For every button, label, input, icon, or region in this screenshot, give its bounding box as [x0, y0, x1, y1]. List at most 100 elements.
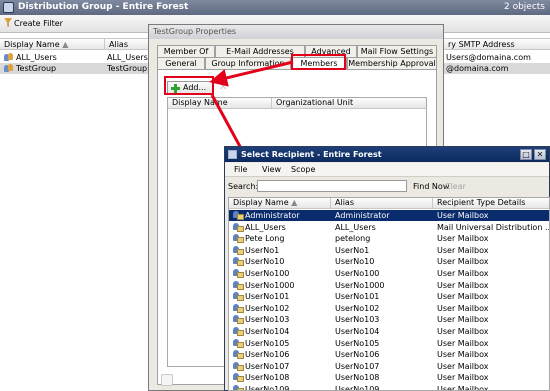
- mailbox-user-icon: [233, 338, 244, 348]
- recipient-type-cell: User Mailbox: [437, 280, 489, 290]
- recipient-row[interactable]: UserNo109 UserNo109 User Mailbox: [229, 384, 549, 391]
- select-recipient-dialog: Select Recipient - Entire Forest □ ✕ Fil…: [224, 146, 550, 391]
- tab-member-of[interactable]: Member Of: [157, 45, 215, 57]
- mailbox-user-icon: [233, 234, 244, 244]
- mailbox-user-icon: [233, 315, 244, 325]
- recipient-alias-cell: UserNo103: [335, 315, 380, 325]
- close-icon[interactable]: ✕: [534, 149, 546, 160]
- recipient-type-cell: User Mailbox: [437, 361, 489, 371]
- recipient-name-cell: Pete Long: [233, 233, 331, 244]
- recipient-row[interactable]: UserNo107 UserNo107 User Mailbox: [229, 361, 549, 372]
- menu-scope[interactable]: Scope: [291, 165, 315, 175]
- recipient-row[interactable]: UserNo102 UserNo102 User Mailbox: [229, 303, 549, 314]
- tab-general[interactable]: General: [157, 57, 205, 69]
- tab-group-information[interactable]: Group Information: [205, 57, 291, 69]
- mailbox-user-icon: [233, 385, 244, 390]
- recipient-type-cell: User Mailbox: [437, 211, 489, 220]
- recipient-type-cell: User Mailbox: [437, 234, 489, 244]
- members-tab-highlight: [291, 54, 346, 70]
- column-member-display-name[interactable]: Display Name: [168, 98, 272, 108]
- recipient-alias-cell: Administrator: [335, 211, 390, 220]
- recipient-alias-cell: UserNo108: [335, 373, 380, 383]
- recipient-row[interactable]: UserNo100 UserNo100 User Mailbox: [229, 268, 549, 279]
- column-recipient-display-name[interactable]: Display Name ▲: [229, 198, 331, 208]
- recipient-row[interactable]: UserNo1 UserNo1 User Mailbox: [229, 245, 549, 256]
- remove-icon[interactable]: ✕: [219, 83, 229, 93]
- recipient-name-cell: UserNo100: [233, 268, 331, 279]
- recipient-row[interactable]: UserNo101 UserNo101 User Mailbox: [229, 291, 549, 302]
- recipient-alias-cell: UserNo1: [335, 245, 370, 255]
- recipient-name-cell: UserNo108: [233, 372, 331, 383]
- column-recipient-type[interactable]: Recipient Type Details: [433, 198, 549, 208]
- create-filter-button[interactable]: Create Filter: [4, 18, 63, 30]
- recipient-type-cell: User Mailbox: [437, 269, 489, 278]
- mailbox-user-icon: [233, 361, 244, 371]
- clear-button[interactable]: Clear: [445, 182, 466, 191]
- recipient-name-cell: UserNo103: [233, 314, 331, 325]
- column-alias[interactable]: Alias: [105, 39, 150, 50]
- recipient-alias-cell: UserNo106: [335, 350, 380, 360]
- recipient-type-cell: User Mailbox: [437, 385, 489, 391]
- mailbox-user-icon: [233, 350, 244, 360]
- menu-file[interactable]: File: [234, 165, 247, 175]
- recipient-alias-cell: UserNo100: [335, 269, 380, 278]
- select-recipient-menu: File View Scope: [225, 163, 549, 177]
- tab-membership-approval[interactable]: Membership Approval: [347, 57, 437, 69]
- filter-icon: [4, 18, 12, 27]
- recipient-row[interactable]: Pete Long petelong User Mailbox: [229, 233, 549, 244]
- recipient-name-cell: UserNo101: [233, 291, 331, 302]
- recipient-row[interactable]: UserNo105 UserNo105 User Mailbox: [229, 338, 549, 349]
- recipient-name-cell: Administrator: [233, 210, 331, 221]
- recipient-type-cell: Mail Universal Distribution ...: [437, 222, 549, 232]
- search-input[interactable]: [257, 180, 407, 192]
- recipient-type-cell: User Mailbox: [437, 315, 489, 325]
- search-label: Search:: [228, 182, 259, 191]
- recipient-grid-header: Display Name ▲ Alias Recipient Type Deta…: [229, 198, 549, 209]
- recipient-row-selected[interactable]: Administrator Administrator User Mailbox: [229, 210, 549, 221]
- select-recipient-title: Select Recipient - Entire Forest: [241, 150, 382, 159]
- recipient-row[interactable]: UserNo108 UserNo108 User Mailbox: [229, 372, 549, 383]
- mailbox-user-icon: [233, 222, 244, 232]
- recipient-type-cell: User Mailbox: [437, 338, 489, 348]
- recipient-type-cell: User Mailbox: [437, 257, 489, 267]
- recipient-type-cell: User Mailbox: [437, 245, 489, 255]
- recipient-row[interactable]: UserNo1000 UserNo1000 User Mailbox: [229, 280, 549, 291]
- add-button-highlight: [164, 76, 214, 95]
- recipient-alias-cell: UserNo101: [335, 292, 380, 302]
- object-count: 2 objects: [503, 2, 545, 12]
- sort-ascending-icon: ▲: [62, 40, 69, 49]
- recipient-alias-cell: UserNo107: [335, 361, 380, 371]
- column-recipient-alias[interactable]: Alias: [331, 198, 433, 208]
- recipient-row[interactable]: UserNo104 UserNo104 User Mailbox: [229, 326, 549, 337]
- help-icon[interactable]: [161, 374, 173, 386]
- members-grid-header: Display Name Organizational Unit: [168, 98, 426, 109]
- recipient-name-cell: UserNo104: [233, 326, 331, 337]
- group-icon: [4, 53, 13, 61]
- column-primary-smtp[interactable]: ry SMTP Address: [444, 39, 550, 50]
- recipient-list[interactable]: Display Name ▲ Alias Recipient Type Deta…: [228, 197, 550, 391]
- find-now-button[interactable]: Find Now: [413, 182, 449, 191]
- menu-view[interactable]: View: [262, 165, 281, 175]
- mailbox-user-icon: [233, 245, 244, 255]
- recipient-row[interactable]: UserNo106 UserNo106 User Mailbox: [229, 349, 549, 360]
- recipient-alias-cell: UserNo10: [335, 257, 375, 267]
- recipient-name-cell: UserNo102: [233, 303, 331, 314]
- properties-title: TestGroup Properties: [149, 25, 443, 39]
- recipient-row[interactable]: UserNo103 UserNo103 User Mailbox: [229, 314, 549, 325]
- recipient-row[interactable]: UserNo10 UserNo10 User Mailbox: [229, 256, 549, 267]
- recipient-alias-cell: petelong: [335, 234, 371, 244]
- sort-ascending-icon: ▲: [291, 198, 298, 207]
- recipient-row[interactable]: ALL_Users ALL_Users Mail Universal Distrib…: [229, 222, 549, 233]
- recipient-alias-cell: UserNo102: [335, 303, 380, 313]
- tab-mail-flow-settings[interactable]: Mail Flow Settings: [357, 45, 437, 57]
- maximize-icon[interactable]: □: [520, 149, 532, 160]
- recipient-name-cell: UserNo1: [233, 245, 331, 256]
- recipient-name-cell: UserNo106: [233, 349, 331, 360]
- column-display-name[interactable]: Display Name ▲: [0, 39, 105, 50]
- column-organizational-unit[interactable]: Organizational Unit: [272, 98, 426, 108]
- mailbox-user-icon: [233, 280, 244, 290]
- dialog-icon: [228, 150, 237, 159]
- group-icon: [4, 64, 13, 72]
- recipient-type-cell: User Mailbox: [437, 303, 489, 313]
- mailbox-user-icon: [233, 269, 244, 278]
